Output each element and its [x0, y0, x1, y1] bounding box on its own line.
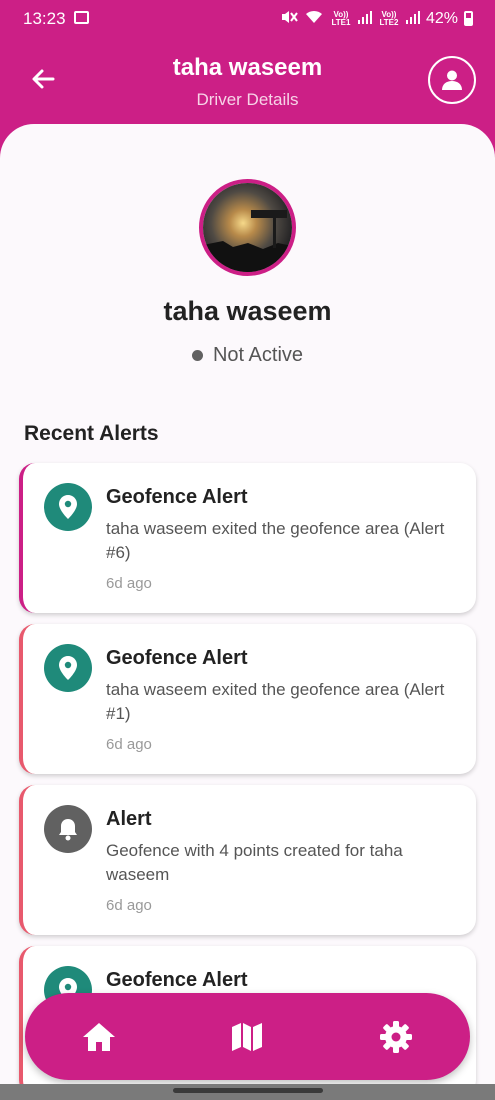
- nav-home-button[interactable]: [80, 1018, 118, 1056]
- map-icon: [232, 1023, 262, 1051]
- bottom-nav: [25, 993, 470, 1080]
- battery-percent: 42%: [425, 9, 458, 27]
- location-pin-icon: [59, 495, 77, 519]
- alert-time: 6d ago: [106, 897, 152, 914]
- nav-map-button[interactable]: [228, 1018, 266, 1056]
- battery-icon: [464, 11, 473, 26]
- location-pin-icon: [59, 656, 77, 680]
- alert-icon-badge: [44, 805, 92, 853]
- alert-icon-badge: [44, 483, 92, 531]
- alert-title: Alert: [106, 808, 152, 830]
- signal-icon: [405, 10, 420, 27]
- app-header: taha waseem Driver Details: [0, 36, 495, 126]
- signal-icon: [357, 10, 372, 27]
- alert-card[interactable]: Geofence Alert taha waseem exited the ge…: [19, 624, 476, 774]
- status-indicators: Vo)) LTE1 Vo)) LTE2 42%: [280, 9, 473, 28]
- alert-card[interactable]: Alert Geofence with 4 points created for…: [19, 785, 476, 935]
- page-title: taha waseem: [172, 54, 323, 81]
- gallery-notification-icon: [74, 11, 89, 24]
- alert-icon-badge: [44, 644, 92, 692]
- alert-card[interactable]: Geofence Alert taha waseem exited the ge…: [19, 463, 476, 613]
- profile-button[interactable]: [428, 56, 476, 104]
- home-icon: [83, 1023, 115, 1051]
- alert-title: Geofence Alert: [106, 969, 248, 991]
- sim1-label: Vo)) LTE1: [331, 9, 351, 27]
- wifi-icon: [304, 9, 324, 28]
- status-time: 13:23: [23, 9, 66, 28]
- alert-time: 6d ago: [106, 736, 152, 753]
- alert-message: taha waseem exited the geofence area (Al…: [106, 519, 445, 562]
- driver-name: taha waseem: [163, 296, 332, 326]
- status-bar: 13:23 Vo)) LTE1 Vo)) LTE2 42%: [0, 0, 495, 36]
- settings-icon: [380, 1021, 412, 1053]
- bell-icon: [59, 819, 77, 841]
- recent-alerts-heading: Recent Alerts: [24, 422, 159, 445]
- mute-icon: [280, 9, 298, 28]
- driver-status: Not Active: [0, 344, 495, 367]
- status-dot-icon: [191, 350, 203, 361]
- user-icon: [442, 70, 462, 90]
- driver-avatar: [199, 179, 296, 276]
- sim2-label: Vo)) LTE2: [379, 9, 399, 27]
- main-content: taha waseem Not Active Recent Alerts Geo…: [0, 124, 495, 1100]
- alert-message: Geofence with 4 points created for taha …: [106, 841, 403, 884]
- alert-message: taha waseem exited the geofence area (Al…: [106, 680, 445, 723]
- alert-time: 6d ago: [106, 575, 152, 592]
- nav-settings-button[interactable]: [377, 1018, 415, 1056]
- alert-title: Geofence Alert: [106, 486, 248, 508]
- driver-status-label: Not Active: [212, 344, 304, 366]
- gesture-handle[interactable]: [173, 1088, 323, 1093]
- page-subtitle: Driver Details: [196, 90, 299, 109]
- alert-title: Geofence Alert: [106, 647, 248, 669]
